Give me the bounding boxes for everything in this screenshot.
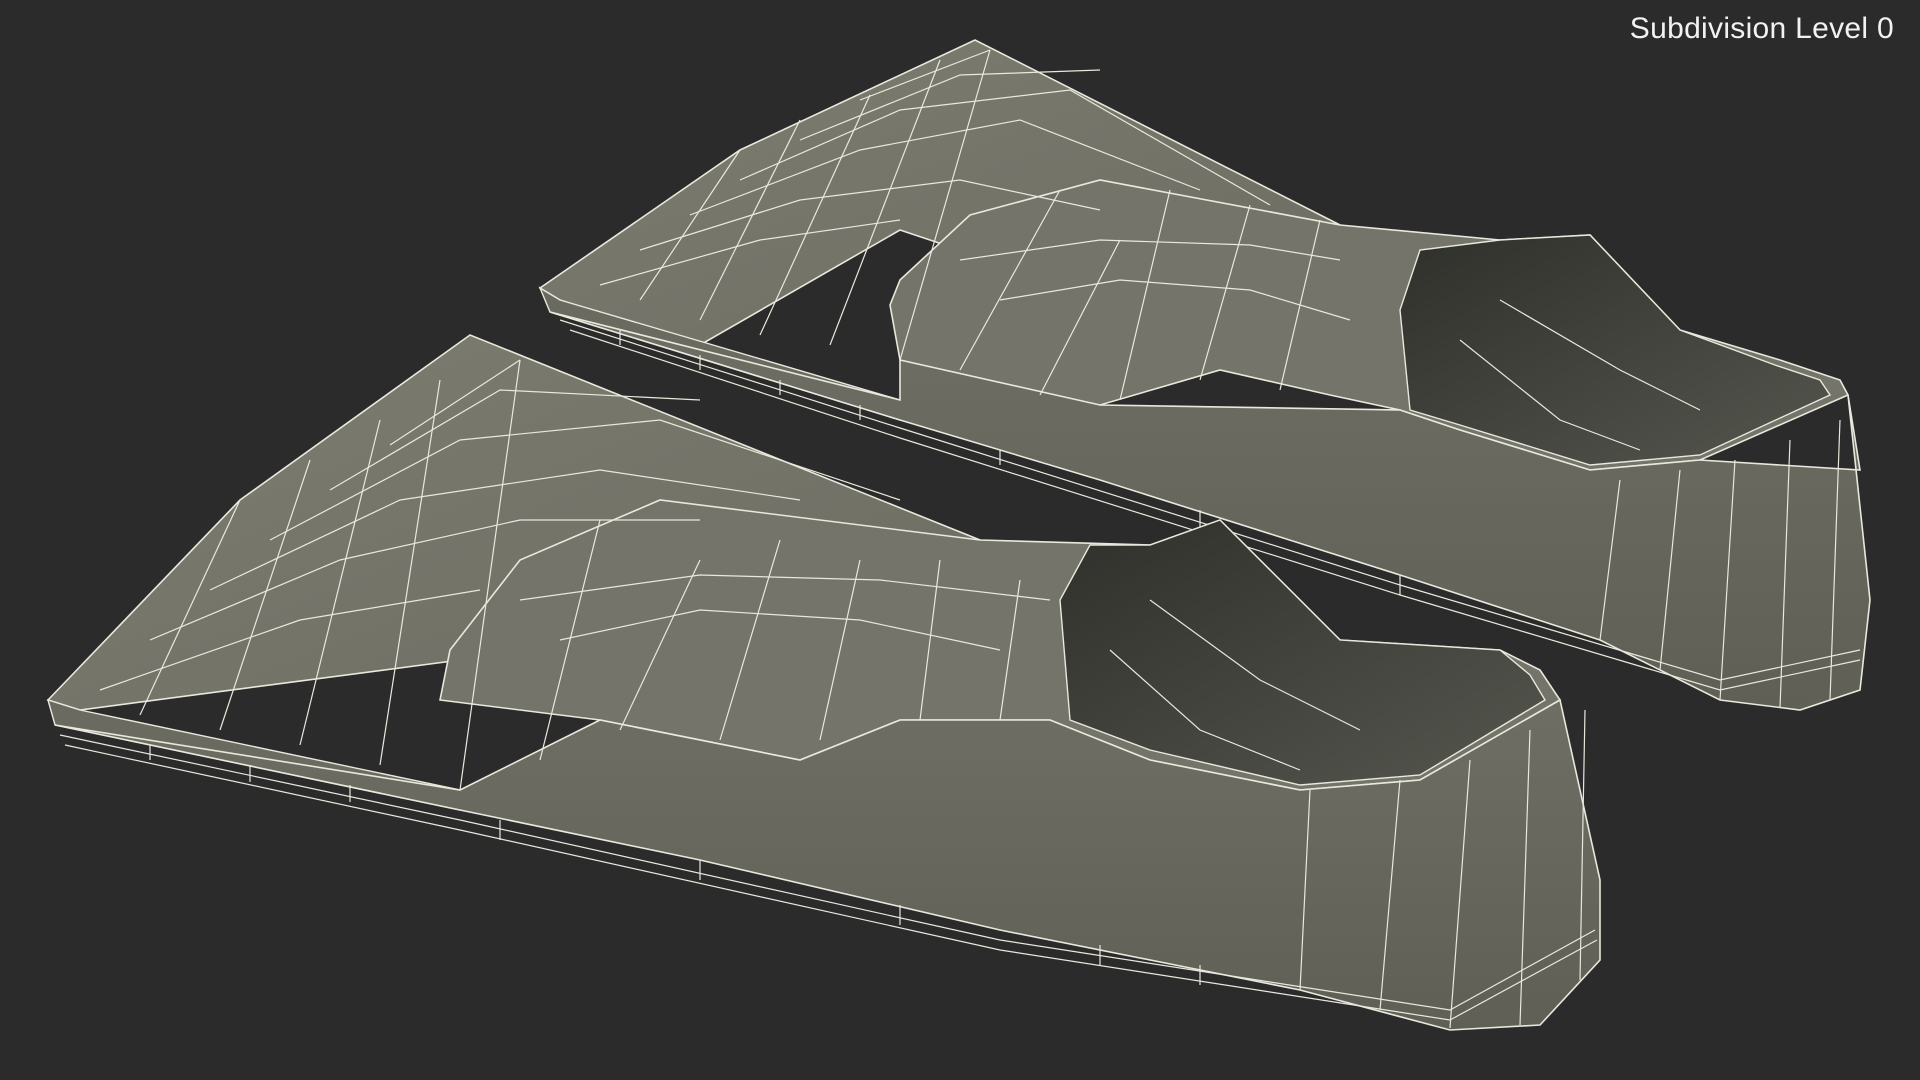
3d-viewport[interactable]: Subdivision Level 0 [0, 0, 1920, 1080]
subdivision-level-label: Subdivision Level 0 [1629, 12, 1894, 45]
wireframe-render [46, 39, 1871, 1031]
